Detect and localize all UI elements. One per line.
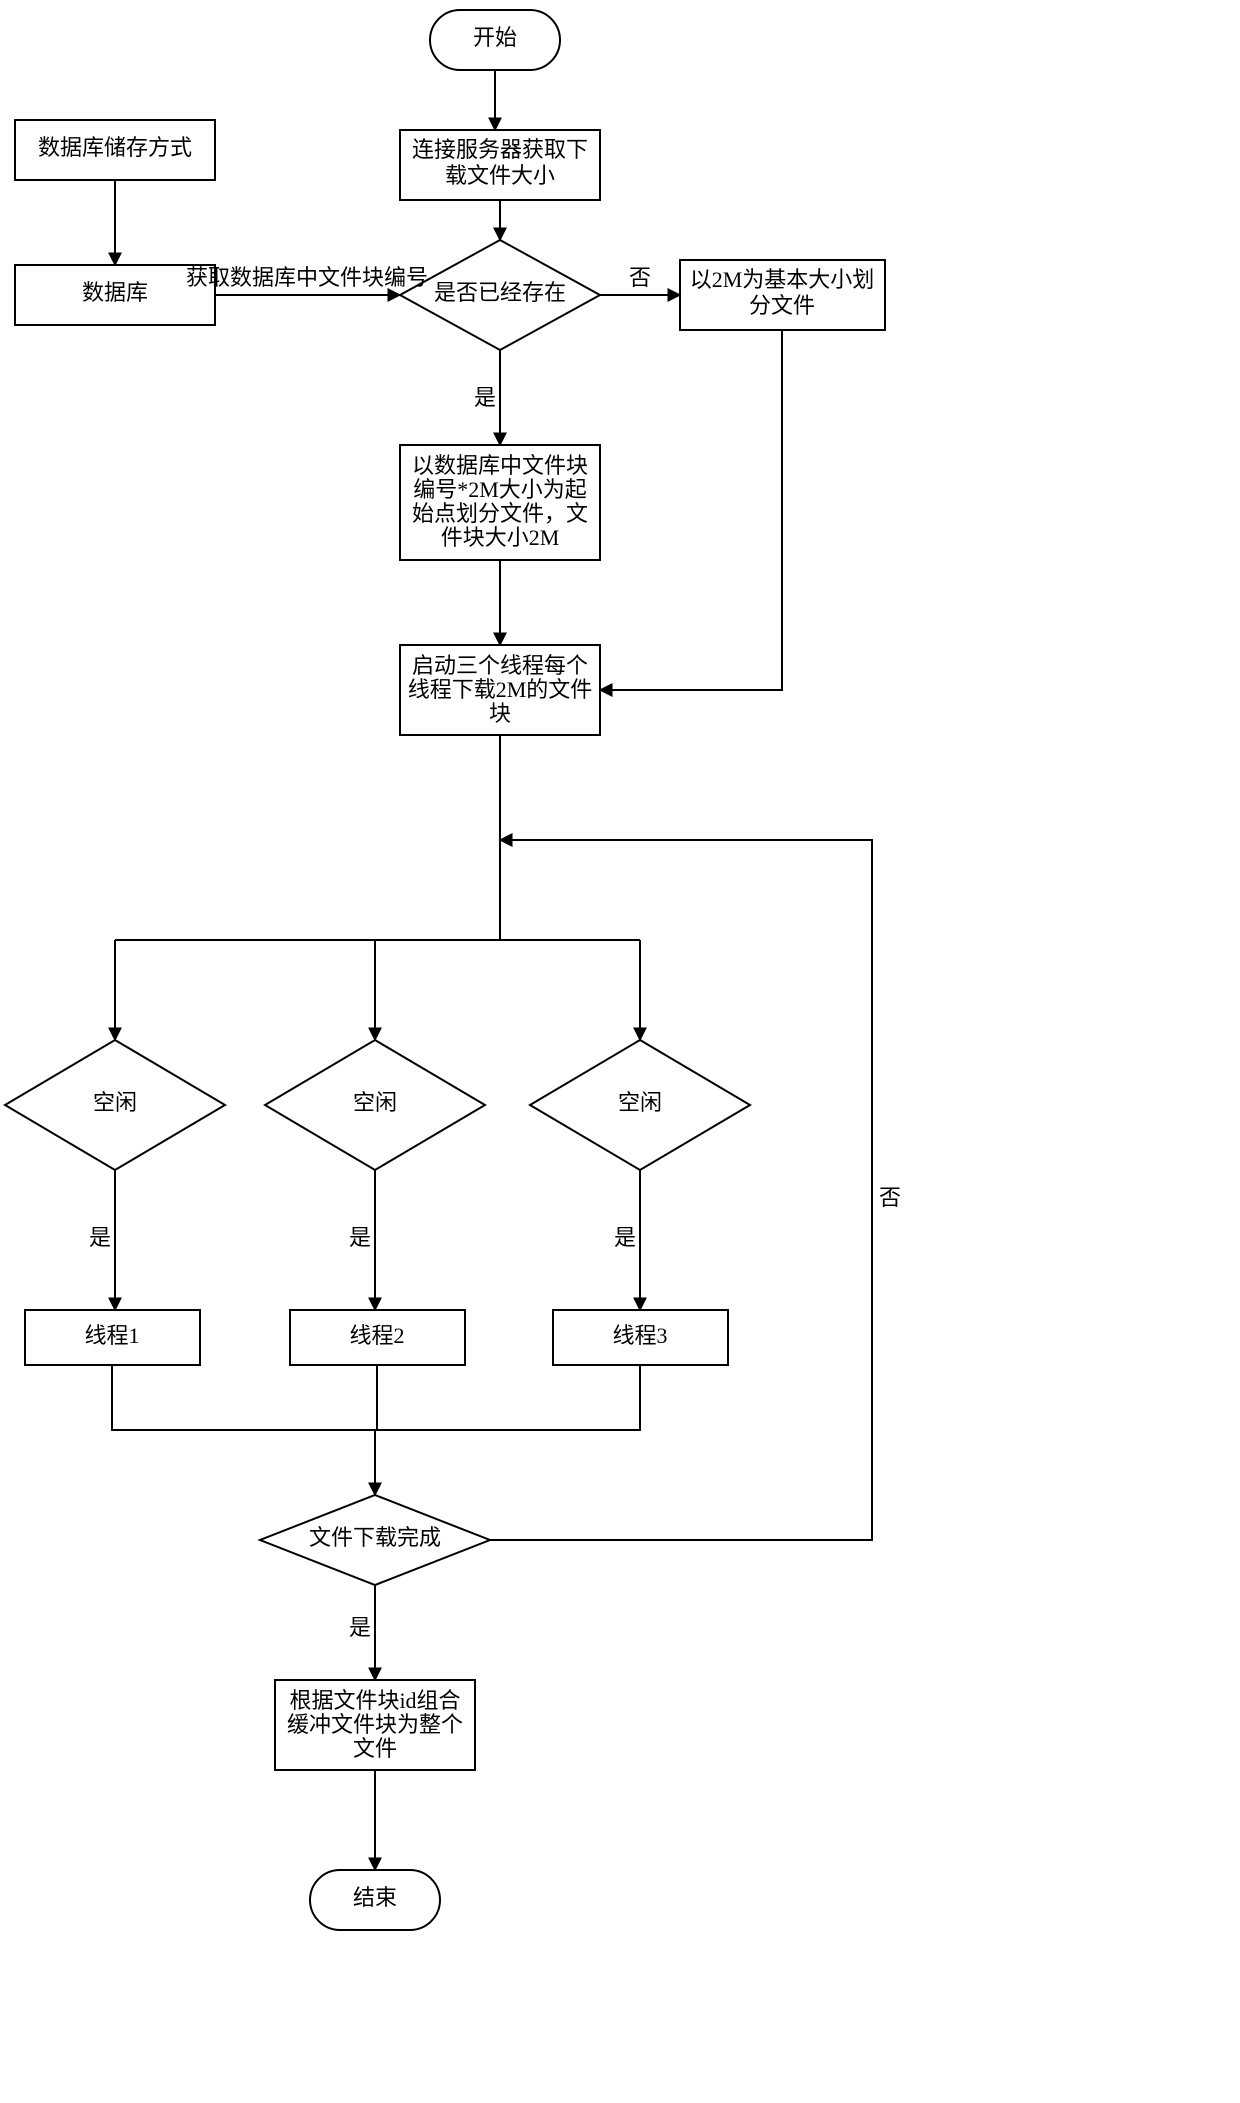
node-end: 结束 [310,1870,440,1930]
connect-l2: 载文件大小 [445,163,555,188]
node-split-2m: 以2M为基本大小划 分文件 [680,260,885,330]
threads-l3: 块 [489,701,511,726]
idle1-yes: 是 [89,1225,111,1250]
node-done: 文件下载完成 [260,1495,490,1585]
combine-l1: 根据文件块id组合 [289,1688,460,1713]
node-idle-1: 空闲 [5,1040,225,1170]
thread2-label: 线程2 [349,1323,404,1348]
start-label: 开始 [473,25,517,50]
idle3-label: 空闲 [618,1090,662,1115]
split2m-l2: 分文件 [749,293,815,318]
threads-l1: 启动三个线程每个 [412,653,588,678]
database-label: 数据库 [82,280,148,305]
exists-label: 是否已经存在 [434,280,566,305]
node-thread-1: 线程1 [25,1310,200,1365]
node-idle-3: 空闲 [530,1040,750,1170]
idle2-yes: 是 [349,1225,371,1250]
combine-l3: 文件 [353,1736,397,1761]
edge-done-no-loop [490,840,872,1540]
end-label: 结束 [353,1885,397,1910]
node-start-threads: 启动三个线程每个 线程下载2M的文件 块 [400,645,600,735]
thread3-label: 线程3 [612,1323,667,1348]
node-idle-2: 空闲 [265,1040,485,1170]
fromid-l4: 件块大小2M [441,525,560,550]
idle3-yes: 是 [614,1225,636,1250]
done-no-label: 否 [879,1185,901,1210]
db-exists-label: 获取数据库中文件块编号 [186,265,428,290]
node-thread-3: 线程3 [553,1310,728,1365]
split2m-l1: 以2M为基本大小划 [690,267,875,292]
store-method-label: 数据库储存方式 [38,135,192,160]
threads-l2: 线程下载2M的文件 [408,677,593,702]
edge-split-threads [600,330,782,690]
node-connect: 连接服务器获取下 载文件大小 [400,130,600,200]
node-thread-2: 线程2 [290,1310,465,1365]
done-label: 文件下载完成 [309,1525,441,1550]
idle1-label: 空闲 [93,1090,137,1115]
exists-yes-label: 是 [474,385,496,410]
node-from-id: 以数据库中文件块 编号*2M大小为起 始点划分文件，文 件块大小2M [400,445,600,560]
fromid-l1: 以数据库中文件块 [412,453,588,478]
node-store-method: 数据库储存方式 [15,120,215,180]
fromid-l2: 编号*2M大小为起 [413,477,587,502]
exists-no-label: 否 [629,265,651,290]
done-yes-label: 是 [349,1615,371,1640]
node-exists: 是否已经存在 [400,240,600,350]
flowchart-canvas: 开始 连接服务器获取下 载文件大小 数据库储存方式 数据库 是否已经存在 以2M… [0,0,1240,2103]
fromid-l3: 始点划分文件，文 [412,501,588,526]
node-start: 开始 [430,10,560,70]
connect-l1: 连接服务器获取下 [412,137,588,162]
idle2-label: 空闲 [353,1090,397,1115]
thread1-label: 线程1 [84,1323,139,1348]
node-combine: 根据文件块id组合 缓冲文件块为整个 文件 [275,1680,475,1770]
combine-l2: 缓冲文件块为整个 [287,1712,463,1737]
